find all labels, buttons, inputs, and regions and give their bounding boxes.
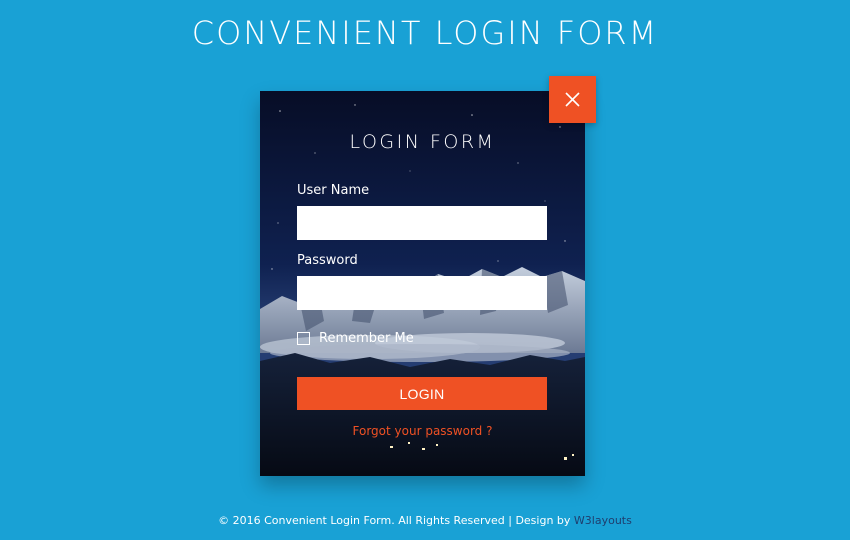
checkbox-icon[interactable] — [297, 331, 310, 345]
form-title: LOGIN FORM — [349, 131, 496, 153]
footer-credit-link[interactable]: W3layouts — [574, 514, 632, 527]
footer: © 2016 Convenient Login Form. All Rights… — [0, 514, 850, 527]
login-button[interactable]: LOGIN — [297, 377, 547, 410]
login-card: LOGIN FORM User Name Password Remember M… — [260, 91, 585, 476]
forgot-password-link[interactable]: Forgot your password ? — [260, 424, 585, 438]
remember-me-checkbox[interactable]: Remember Me — [297, 329, 414, 347]
close-button[interactable] — [549, 76, 596, 123]
password-label: Password — [297, 253, 358, 268]
remember-me-label: Remember Me — [319, 330, 414, 346]
page-title: CONVENIENT LOGIN FORM — [191, 14, 659, 52]
close-icon — [565, 92, 580, 107]
username-label: User Name — [297, 183, 370, 198]
footer-copyright: © 2016 Convenient Login Form. All Rights… — [218, 514, 574, 527]
password-input[interactable] — [297, 276, 547, 310]
username-input[interactable] — [297, 206, 547, 240]
